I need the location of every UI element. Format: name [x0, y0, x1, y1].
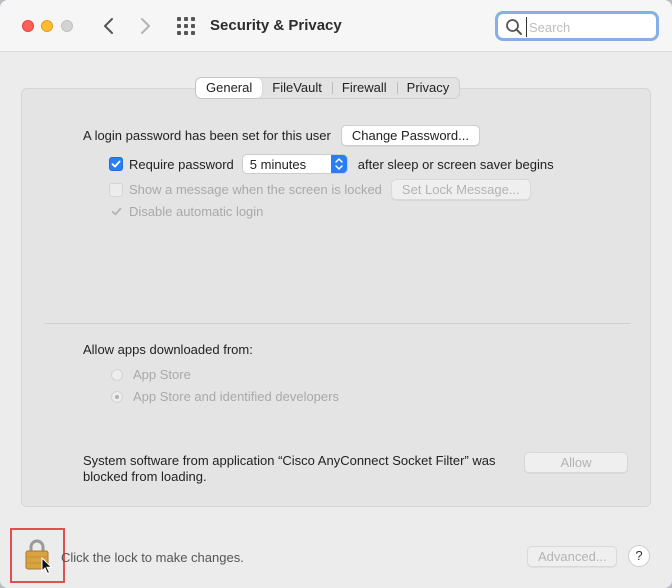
show-all-grid-icon[interactable] — [177, 17, 195, 35]
back-button[interactable] — [99, 14, 119, 38]
tab-filevault[interactable]: FileVault — [262, 78, 332, 98]
chevron-right-icon — [141, 18, 150, 34]
search-icon — [506, 19, 522, 35]
login-password-text: A login password has been set for this u… — [83, 128, 331, 143]
advanced-button[interactable]: Advanced... — [527, 546, 617, 567]
search-input[interactable] — [526, 17, 654, 37]
help-button[interactable]: ? — [628, 545, 650, 567]
close-button[interactable] — [22, 20, 34, 32]
disable-auto-login-label: Disable automatic login — [129, 204, 264, 219]
radio-app-store[interactable] — [111, 368, 123, 381]
blocked-software-text: System software from application “Cisco … — [83, 453, 496, 484]
chevron-left-icon — [104, 18, 113, 34]
show-message-label: Show a message when the screen is locked — [129, 182, 382, 197]
minimize-button[interactable] — [41, 20, 53, 32]
lock-instruction-text: Click the lock to make changes. — [61, 550, 244, 565]
change-password-button[interactable]: Change Password... — [340, 125, 480, 146]
allow-button[interactable]: Allow — [524, 452, 628, 473]
title-bar: Security & Privacy — [0, 0, 672, 52]
checkmark-icon — [111, 207, 121, 216]
tab-general[interactable]: General — [196, 78, 263, 98]
search-field[interactable] — [495, 11, 659, 41]
password-delay-value: 5 minutes — [249, 157, 307, 172]
radio-app-store-label: App Store — [133, 367, 191, 382]
tab-firewall[interactable]: Firewall — [331, 78, 397, 98]
checkmark-icon — [111, 160, 121, 168]
radio-identified-developers-label: App Store and identified developers — [133, 389, 339, 404]
require-password-label: Require password — [129, 156, 234, 172]
mouse-cursor-icon — [41, 557, 53, 575]
select-arrows-icon — [330, 155, 347, 173]
tab-privacy[interactable]: Privacy — [396, 78, 460, 98]
section-divider — [44, 323, 630, 324]
radio-identified-developers[interactable] — [111, 390, 123, 403]
window-title: Security & Privacy — [210, 17, 342, 34]
show-message-checkbox[interactable] — [109, 182, 123, 197]
allow-apps-heading: Allow apps downloaded from: — [83, 342, 253, 357]
zoom-button[interactable] — [61, 20, 73, 32]
password-delay-select[interactable]: 5 minutes — [241, 154, 348, 174]
require-password-checkbox[interactable] — [109, 157, 123, 171]
forward-button[interactable] — [135, 14, 155, 38]
general-panel: A login password has been set for this u… — [21, 88, 651, 507]
set-lock-message-button[interactable]: Set Lock Message... — [390, 179, 531, 200]
tab-bar: General FileVault Firewall Privacy — [195, 77, 461, 99]
disable-auto-login-checkbox[interactable] — [109, 205, 123, 219]
after-sleep-text: after sleep or screen saver begins — [357, 156, 554, 172]
